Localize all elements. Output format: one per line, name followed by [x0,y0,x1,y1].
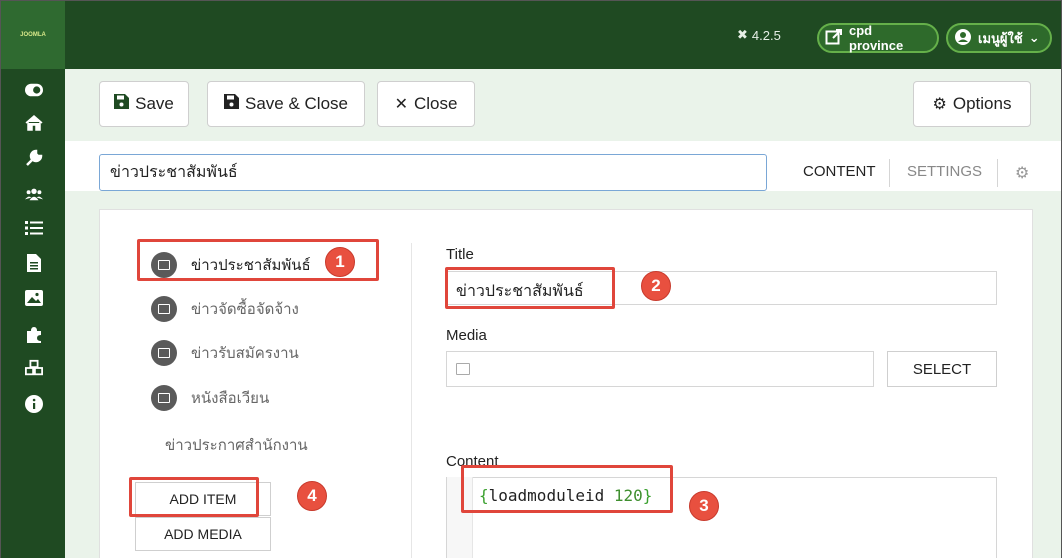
toggle-menu-icon[interactable] [25,81,43,99]
save-label: Save [135,94,174,113]
close-label: Close [413,94,458,113]
save-button[interactable]: Save [99,81,189,127]
view-site-button[interactable]: cpd province [817,23,939,53]
code-open-brace: { [479,486,489,505]
list-item[interactable]: หนังสือเวียน [151,384,269,412]
image-icon[interactable] [25,289,43,307]
wrench-icon[interactable] [25,149,43,167]
user-circle-icon [954,28,972,49]
tab-content[interactable]: CONTENT [803,163,876,180]
image-icon [151,385,177,411]
file-icon[interactable] [25,254,43,272]
cubes-icon[interactable] [25,359,43,377]
list-item-label: ข่าวจัดซื้อจัดจ้าง [191,301,299,318]
gear-icon: ⚙ [932,96,947,113]
code-number: 120 [613,486,643,505]
image-placeholder-icon [456,363,470,375]
close-button[interactable]: ✕ Close [377,81,475,127]
image-icon [151,340,177,366]
user-menu-label: เมนูผู้ใช้ [978,30,1023,46]
content-code[interactable]: {loadmoduleid 120} [479,486,652,505]
site-logo[interactable]: JOOMLA [1,1,65,69]
title-label: Title [446,246,474,263]
module-title-value: ข่าวประชาสัมพันธ์ [110,164,238,181]
list-icon[interactable] [25,219,43,237]
home-icon[interactable] [25,114,43,132]
item-title-value: ข่าวประชาสัมพันธ์ [456,283,584,300]
info-icon[interactable] [25,395,43,413]
tab-divider [997,159,998,187]
media-input[interactable] [446,351,874,387]
version-text: 4.2.5 [751,27,781,43]
tab-divider [889,159,890,187]
close-icon: ✕ [394,96,408,113]
chevron-down-icon: ⌄ [1028,30,1040,45]
list-item[interactable]: ข่าวจัดซื้อจัดจ้าง [151,295,299,323]
puzzle-icon[interactable] [25,325,43,343]
options-label: Options [952,94,1012,113]
content-label: Content [446,453,499,470]
panel-divider [411,243,412,558]
step-badge-2: 2 [641,271,671,301]
list-item-label: ข่าวประชาสัมพันธ์ [191,257,311,274]
list-item[interactable]: ข่าวรับสมัครงาน [151,339,299,367]
step-badge-1: 1 [325,247,355,277]
add-item-button[interactable]: ADD ITEM [135,482,271,516]
code-keyword: loadmoduleid [488,486,605,505]
joomla-icon: ✖ [737,27,748,42]
tab-settings[interactable]: SETTINGS [907,163,982,180]
list-item-label: หนังสือเวียน [191,390,270,407]
floppy-disk-icon [224,94,239,114]
site-name: cpd province [849,23,904,53]
sidebar [1,69,65,558]
floppy-disk-icon [114,94,130,114]
editor-line-marker [461,495,464,498]
editor-gutter [447,477,473,558]
module-title-input[interactable]: ข่าวประชาสัมพันธ์ [99,154,767,191]
add-media-button[interactable]: ADD MEDIA [135,517,271,551]
step-badge-3: 3 [689,491,719,521]
users-icon[interactable] [25,185,43,203]
media-label: Media [446,327,487,344]
version-indicator: ✖ 4.2.5 [737,27,781,43]
image-icon [151,252,177,278]
logo-text: JOOMLA [20,32,46,38]
save-and-close-label: Save & Close [245,94,348,113]
external-link-icon [825,28,843,49]
list-item[interactable]: ข่าวประกาศสำนักงาน [165,433,308,457]
step-badge-4: 4 [297,481,327,511]
options-button[interactable]: ⚙ Options [913,81,1031,127]
user-menu-button[interactable]: เมนูผู้ใช้ ⌄ [946,23,1052,53]
settings-gear-icon[interactable]: ⚙ [1015,163,1029,183]
select-media-button[interactable]: SELECT [887,351,997,387]
app-window: JOOMLA ✖ 4.2.5 cpd province เมนูผู้ใช้ ⌄ [0,0,1062,558]
top-header: JOOMLA ✖ 4.2.5 cpd province เมนูผู้ใช้ ⌄ [1,1,1061,69]
list-item[interactable]: ข่าวประชาสัมพันธ์ [151,251,311,279]
code-close-brace: } [642,486,653,505]
list-item-label: ข่าวรับสมัครงาน [191,345,299,362]
save-and-close-button[interactable]: Save & Close [207,81,365,127]
image-icon [151,296,177,322]
